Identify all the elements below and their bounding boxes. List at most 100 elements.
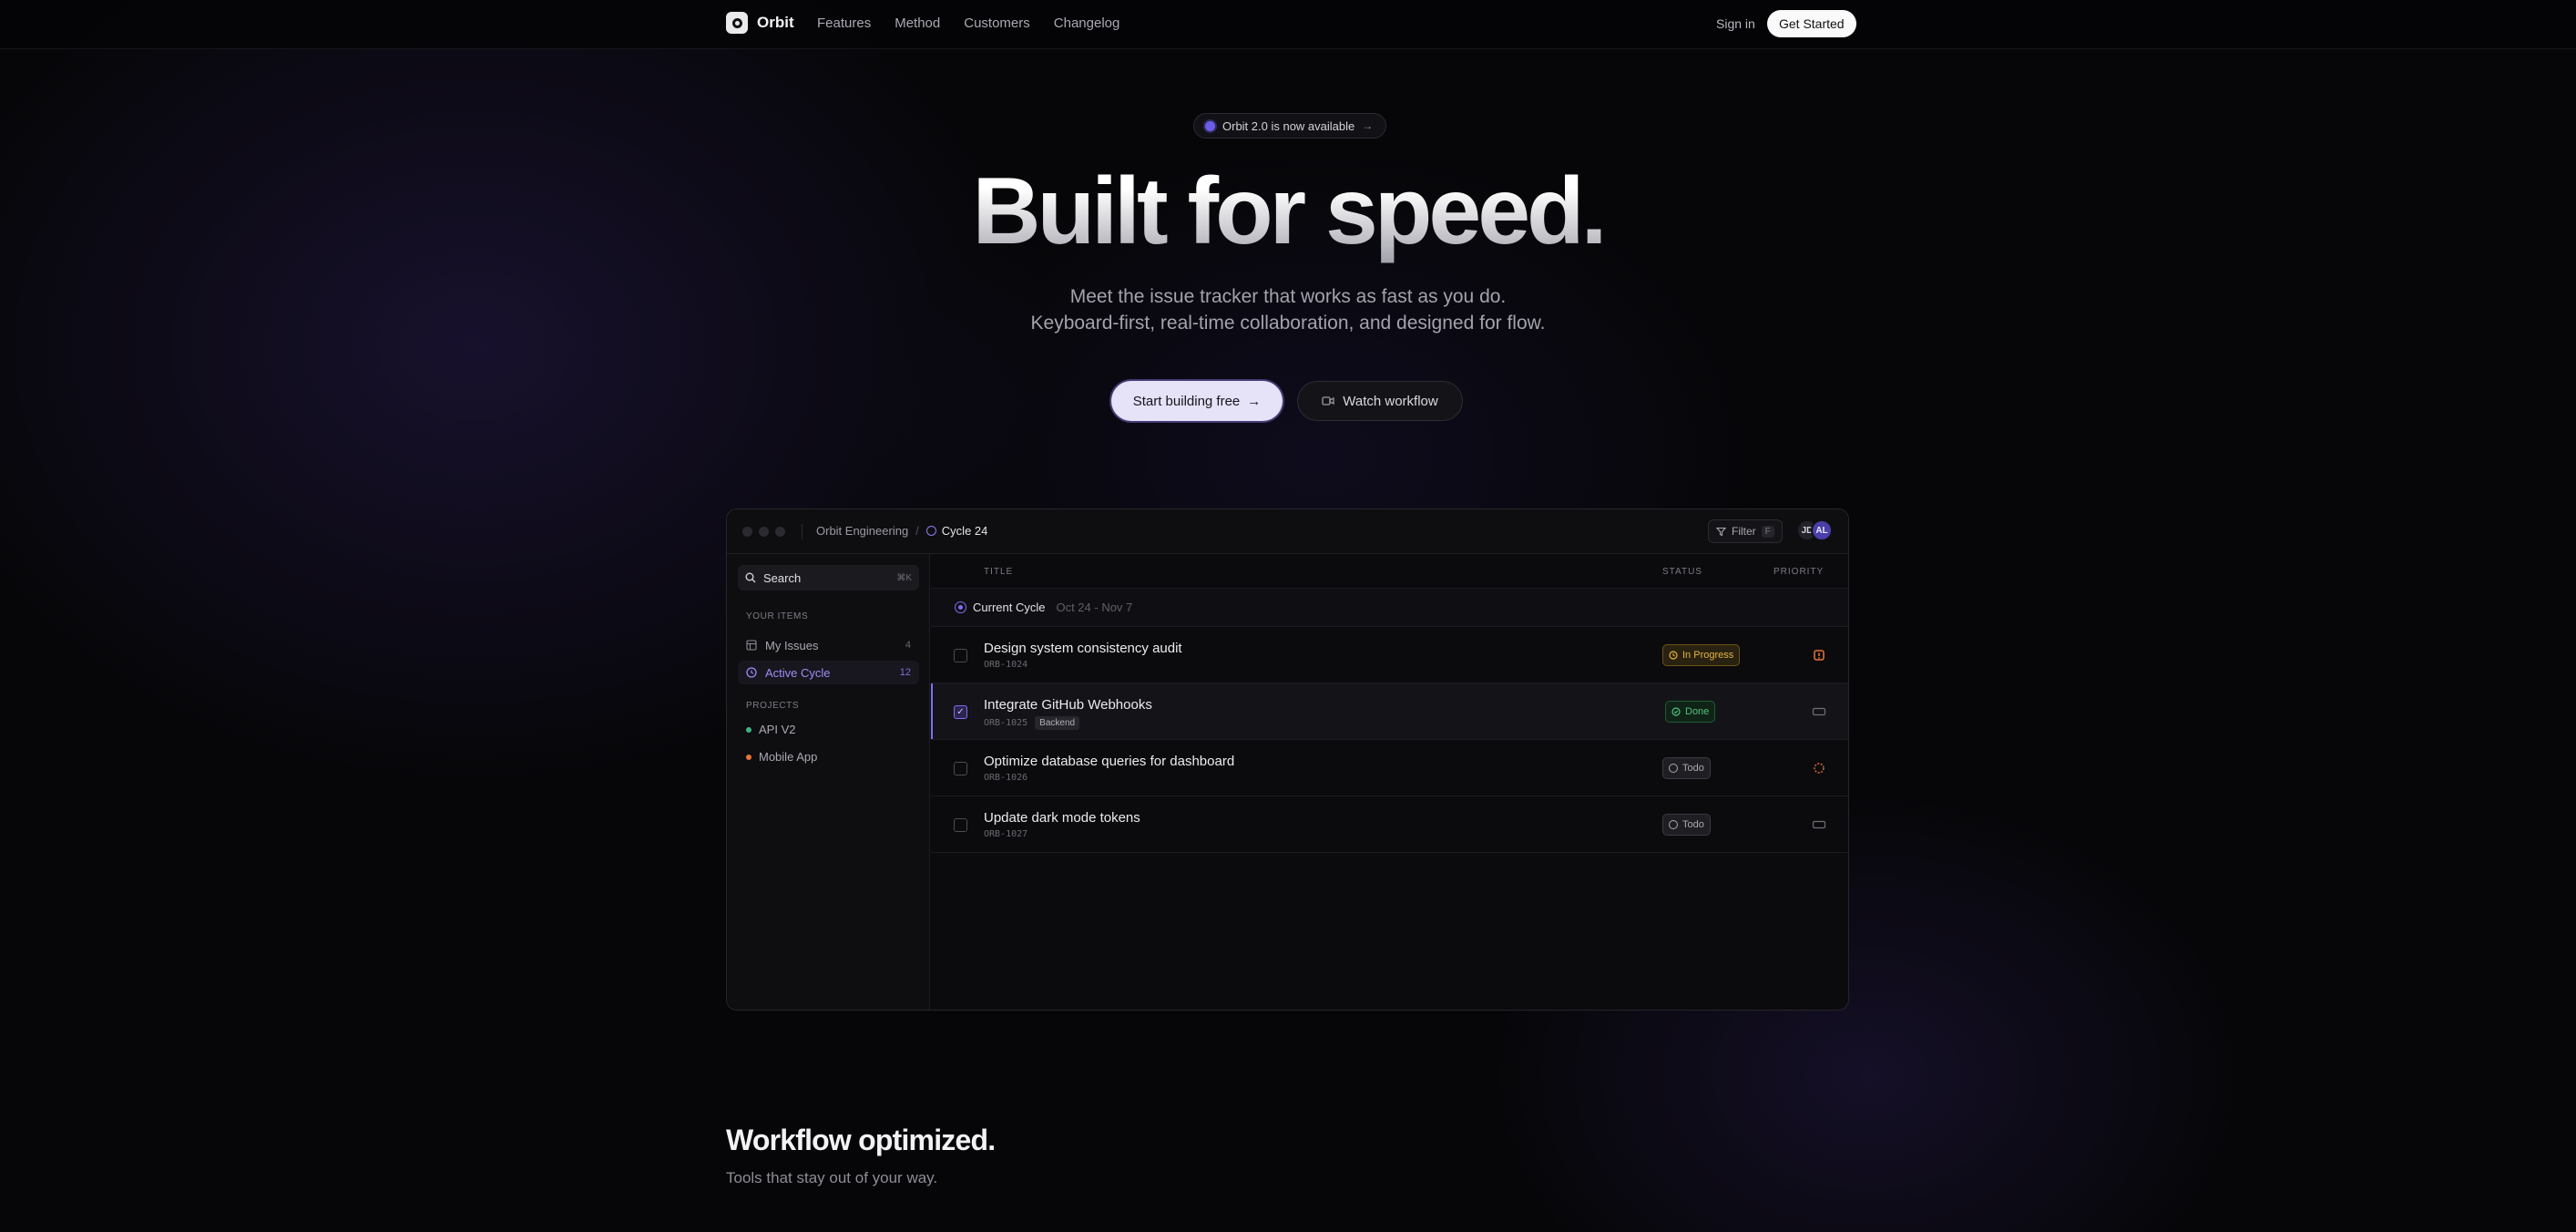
sidebar-item-count: 12 — [899, 667, 911, 678]
issue-id: ORB-1026 — [984, 773, 1028, 783]
breadcrumb-workspace[interactable]: Orbit Engineering — [816, 524, 908, 538]
column-header-priority[interactable]: PRIORITY — [1774, 567, 1824, 577]
app-preview-window: Orbit Engineering / Cycle 24 Filter F JD… — [726, 508, 1849, 1011]
issue-id: ORB-1024 — [984, 660, 1028, 670]
announcement-pill[interactable]: Orbit 2.0 is now available → — [1193, 113, 1387, 139]
hero-subtitle: Meet the issue tracker that works as fas… — [0, 283, 2576, 336]
check-circle-icon — [1671, 707, 1681, 716]
arrow-right-icon: → — [1362, 119, 1374, 132]
breadcrumb: Orbit Engineering / Cycle 24 — [816, 524, 987, 538]
issue-tag[interactable]: Backend — [1035, 716, 1080, 730]
no-priority-icon[interactable] — [1811, 703, 1827, 720]
hero-subtitle-line-1: Meet the issue tracker that works as fas… — [1069, 286, 1507, 307]
sidebar-item-label: My Issues — [765, 638, 819, 652]
app-sidebar: Search ⌘K YOUR ITEMS My Issues 4 Active … — [727, 554, 930, 1010]
urgent-priority-icon[interactable] — [1811, 647, 1827, 663]
status-label: Todo — [1682, 763, 1704, 774]
table-row[interactable]: Design system consistency audit ORB-1024… — [931, 627, 1848, 683]
window-controls — [742, 527, 785, 537]
avatar-group[interactable]: JD AL — [1796, 519, 1833, 541]
cycle-group-dates: Oct 24 - Nov 7 — [1056, 601, 1133, 614]
nav-link-method[interactable]: Method — [894, 15, 940, 31]
status-label: In Progress — [1682, 650, 1734, 661]
status-label: Todo — [1682, 819, 1704, 830]
check-icon: ✓ — [956, 707, 965, 717]
arrow-right-icon: → — [1247, 393, 1262, 409]
table-row[interactable]: Optimize database queries for dashboard … — [931, 740, 1848, 796]
table-row[interactable]: ✓ Integrate GitHub Webhooks ORB-1025 Bac… — [931, 683, 1848, 740]
announcement-text: Orbit 2.0 is now available — [1222, 118, 1355, 133]
video-icon — [1322, 396, 1334, 406]
column-headers: TITLE STATUS PRIORITY — [931, 554, 1848, 589]
hero-subtitle-line-2: Keyboard-first, real-time collaboration,… — [1030, 313, 1546, 334]
todo-circle-icon — [1669, 820, 1678, 829]
row-checkbox[interactable] — [954, 649, 967, 662]
issue-id: ORB-1027 — [984, 829, 1028, 839]
sidebar-item-count: 4 — [905, 640, 911, 651]
todo-circle-icon — [1669, 764, 1678, 773]
issue-meta: ORB-1025 Backend — [984, 716, 1080, 730]
clock-icon — [1669, 651, 1678, 660]
sign-in-link[interactable]: Sign in — [1716, 16, 1755, 31]
nav-link-features[interactable]: Features — [817, 15, 871, 31]
sidebar-project-api-v2[interactable]: API V2 — [746, 723, 795, 736]
section-subtitle: Tools that stay out of your way. — [726, 1169, 938, 1186]
status-badge[interactable]: Todo — [1662, 814, 1711, 836]
top-nav: Orbit Features Method Customers Changelo… — [0, 0, 2576, 49]
app-toolbar: Orbit Engineering / Cycle 24 Filter F JD… — [727, 509, 1848, 554]
watch-workflow-button[interactable]: Watch workflow — [1297, 381, 1463, 421]
project-dot-icon — [746, 726, 751, 733]
start-building-button[interactable]: Start building free → — [1111, 381, 1283, 421]
search-icon — [745, 572, 756, 583]
row-checkbox[interactable] — [954, 762, 967, 775]
section-title: Workflow optimized. — [726, 1124, 996, 1156]
breadcrumb-cycle[interactable]: Cycle 24 — [925, 524, 987, 538]
status-badge[interactable]: In Progress — [1662, 644, 1741, 666]
avatar[interactable]: AL — [1811, 519, 1833, 541]
column-header-title[interactable]: TITLE — [984, 567, 1013, 577]
search-label: Search — [763, 570, 802, 585]
search-input[interactable]: Search ⌘K — [738, 565, 919, 590]
high-priority-icon[interactable] — [1811, 760, 1827, 776]
nav-link-changelog[interactable]: Changelog — [1054, 15, 1120, 31]
status-label: Done — [1685, 706, 1710, 717]
issue-list: TITLE STATUS PRIORITY Current Cycle Oct … — [931, 554, 1848, 1010]
sidebar-item-active-cycle[interactable]: Active Cycle 12 — [738, 661, 919, 684]
filter-button[interactable]: Filter F — [1708, 519, 1783, 543]
issue-title: Integrate GitHub Webhooks — [984, 697, 1152, 713]
get-started-button[interactable]: Get Started — [1767, 10, 1856, 37]
sidebar-item-label: Active Cycle — [765, 665, 831, 680]
cycle-group-label: Current Cycle — [973, 601, 1046, 614]
row-checkbox[interactable]: ✓ — [954, 705, 967, 719]
column-header-status[interactable]: STATUS — [1662, 567, 1702, 577]
your-items-heading: YOUR ITEMS — [746, 611, 809, 621]
no-priority-icon[interactable] — [1811, 816, 1827, 833]
issue-title: Update dark mode tokens — [984, 810, 1140, 826]
status-badge[interactable]: Done — [1665, 701, 1716, 723]
row-checkbox[interactable] — [954, 818, 967, 832]
table-row[interactable]: Update dark mode tokens ORB-1027 Todo — [931, 796, 1848, 853]
breadcrumb-separator: / — [915, 524, 919, 538]
sidebar-item-my-issues[interactable]: My Issues 4 — [738, 633, 919, 657]
project-dot-icon — [746, 754, 751, 760]
issue-id: ORB-1025 — [984, 718, 1028, 728]
nav-links: Features Method Customers Changelog — [817, 15, 1119, 31]
current-cycle-icon — [955, 601, 966, 613]
window-dot-icon — [759, 527, 769, 537]
brand-logo[interactable]: Orbit — [726, 12, 794, 34]
watch-workflow-label: Watch workflow — [1343, 393, 1438, 409]
issue-title: Optimize database queries for dashboard — [984, 754, 1235, 769]
start-building-label: Start building free — [1132, 393, 1241, 409]
brand-name: Orbit — [757, 14, 794, 31]
nav-link-customers[interactable]: Customers — [964, 15, 1030, 31]
issue-meta: ORB-1026 — [984, 773, 1027, 783]
project-label: Mobile App — [759, 750, 818, 764]
issue-title: Design system consistency audit — [984, 641, 1182, 656]
window-dot-icon — [742, 527, 752, 537]
status-badge[interactable]: Todo — [1662, 757, 1711, 779]
sidebar-project-mobile-app[interactable]: Mobile App — [746, 750, 817, 764]
cycle-group-header[interactable]: Current Cycle Oct 24 - Nov 7 — [931, 589, 1848, 627]
filter-icon — [1716, 527, 1726, 536]
issue-meta: ORB-1027 — [984, 829, 1027, 839]
projects-heading: PROJECTS — [746, 701, 800, 711]
